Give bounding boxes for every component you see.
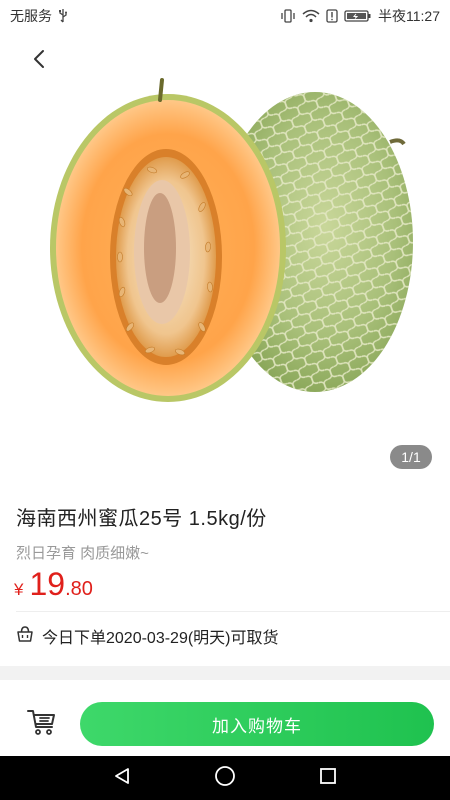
melon-image — [50, 78, 413, 402]
nav-recent-icon — [318, 766, 338, 791]
nav-recent-button[interactable] — [313, 763, 343, 793]
cart-icon — [26, 707, 58, 742]
price-integer: 19 — [29, 566, 66, 602]
product-subtitle: 烈日孕育 肉质细嫩~ — [16, 545, 149, 562]
sim-alert-icon — [326, 9, 338, 23]
navigation-bar — [0, 756, 450, 800]
status-left: 无服务 — [10, 6, 68, 26]
nav-back-icon — [112, 766, 132, 791]
nav-home-icon — [214, 765, 236, 792]
nav-back-button[interactable] — [107, 763, 137, 793]
product-title: 海南西州蜜瓜25号 1.5kg/份 — [16, 508, 267, 530]
wifi-icon — [302, 9, 320, 23]
usb-icon — [58, 9, 68, 23]
nav-home-button[interactable] — [210, 763, 240, 793]
vibrate-icon — [280, 9, 296, 23]
clock-text: 半夜11:27 — [378, 8, 440, 24]
carrier-text: 无服务 — [10, 8, 52, 24]
status-bar: 无服务 半夜11:27 — [0, 0, 450, 32]
add-to-cart-button[interactable]: 加入购物车 — [80, 702, 434, 746]
chevron-left-icon — [32, 49, 46, 74]
battery-icon — [344, 9, 372, 23]
price: ¥ 19 .80 — [14, 566, 93, 603]
status-right: 半夜11:27 — [280, 6, 440, 26]
cart-button[interactable] — [22, 704, 62, 744]
divider — [16, 611, 450, 612]
section-separator — [0, 666, 450, 680]
price-decimal: .80 — [65, 578, 93, 600]
image-counter: 1/1 — [390, 445, 432, 469]
pickup-text: 今日下单2020-03-29(明天)可取货 — [42, 630, 279, 647]
basket-icon — [16, 625, 34, 648]
product-image[interactable] — [0, 72, 450, 472]
pickup-info: 今日下单2020-03-29(明天)可取货 — [16, 624, 279, 648]
price-currency: ¥ — [14, 580, 24, 599]
